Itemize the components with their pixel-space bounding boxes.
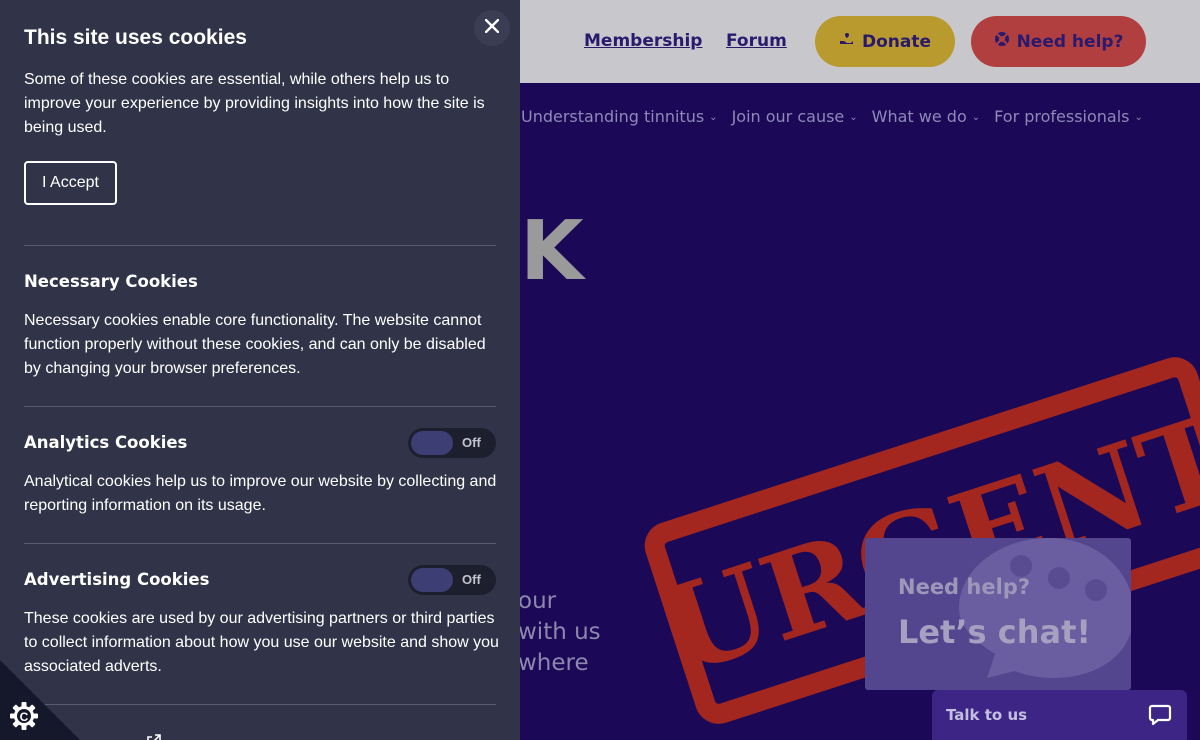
analytics-cookies-title: Analytics Cookies xyxy=(24,433,188,452)
talk-to-us-widget[interactable]: Talk to us xyxy=(932,690,1187,740)
hero-text: our with us where xyxy=(518,586,601,679)
hero-text-line: with us xyxy=(518,619,601,645)
toggle-state-label: Off xyxy=(462,572,481,587)
divider xyxy=(24,704,496,705)
toggle-knob xyxy=(411,568,453,592)
toggle-knob xyxy=(411,431,453,455)
donate-button[interactable]: Donate xyxy=(815,16,955,67)
necessary-cookies-title: Necessary Cookies xyxy=(24,272,198,291)
need-help-button[interactable]: Need help? xyxy=(971,16,1146,67)
advertising-cookies-title: Advertising Cookies xyxy=(24,570,210,589)
external-link-icon xyxy=(147,733,161,740)
membership-link[interactable]: Membership xyxy=(584,31,702,51)
analytics-cookies-toggle[interactable]: Off xyxy=(408,428,496,458)
chat-promo-card[interactable]: Need help? Let’s chat! xyxy=(865,538,1131,690)
chat-bubble-icon xyxy=(1148,703,1172,732)
hero-text-line: where xyxy=(518,650,589,676)
divider xyxy=(24,543,496,544)
necessary-cookies-description: Necessary cookies enable core functional… xyxy=(24,312,486,377)
need-help-label: Need help? xyxy=(1016,31,1124,52)
close-button[interactable] xyxy=(474,10,510,46)
cookie-panel-intro: Some of these cookies are essential, whi… xyxy=(24,71,485,136)
talk-to-us-label: Talk to us xyxy=(946,706,1028,724)
analytics-cookies-description: Analytical cookies help us to improve ou… xyxy=(24,473,497,514)
cookie-gear-icon: C xyxy=(10,702,38,730)
svg-text:C: C xyxy=(20,710,29,724)
forum-link[interactable]: Forum xyxy=(726,31,787,51)
chat-bubble-decoration xyxy=(959,538,1131,678)
divider xyxy=(24,245,496,246)
chat-cta: Let’s chat! xyxy=(898,613,1091,651)
advertising-cookies-description: These cookies are used by our advertisin… xyxy=(24,610,499,675)
close-icon xyxy=(484,18,500,38)
cookie-panel-title: This site uses cookies xyxy=(24,26,247,49)
advertising-cookies-toggle[interactable]: Off xyxy=(408,565,496,595)
cookie-consent-panel: This site uses cookies Some of these coo… xyxy=(0,0,520,740)
chat-question: Need help? xyxy=(898,575,1031,599)
divider xyxy=(24,406,496,407)
cookie-settings-button[interactable]: C xyxy=(0,660,80,740)
hand-heart-icon xyxy=(839,31,855,52)
toggle-state-label: Off xyxy=(462,435,481,450)
hero-text-line: our xyxy=(518,588,557,614)
accept-cookies-button[interactable]: I Accept xyxy=(24,161,117,205)
donate-label: Donate xyxy=(861,31,932,52)
lifebuoy-icon xyxy=(994,31,1010,52)
